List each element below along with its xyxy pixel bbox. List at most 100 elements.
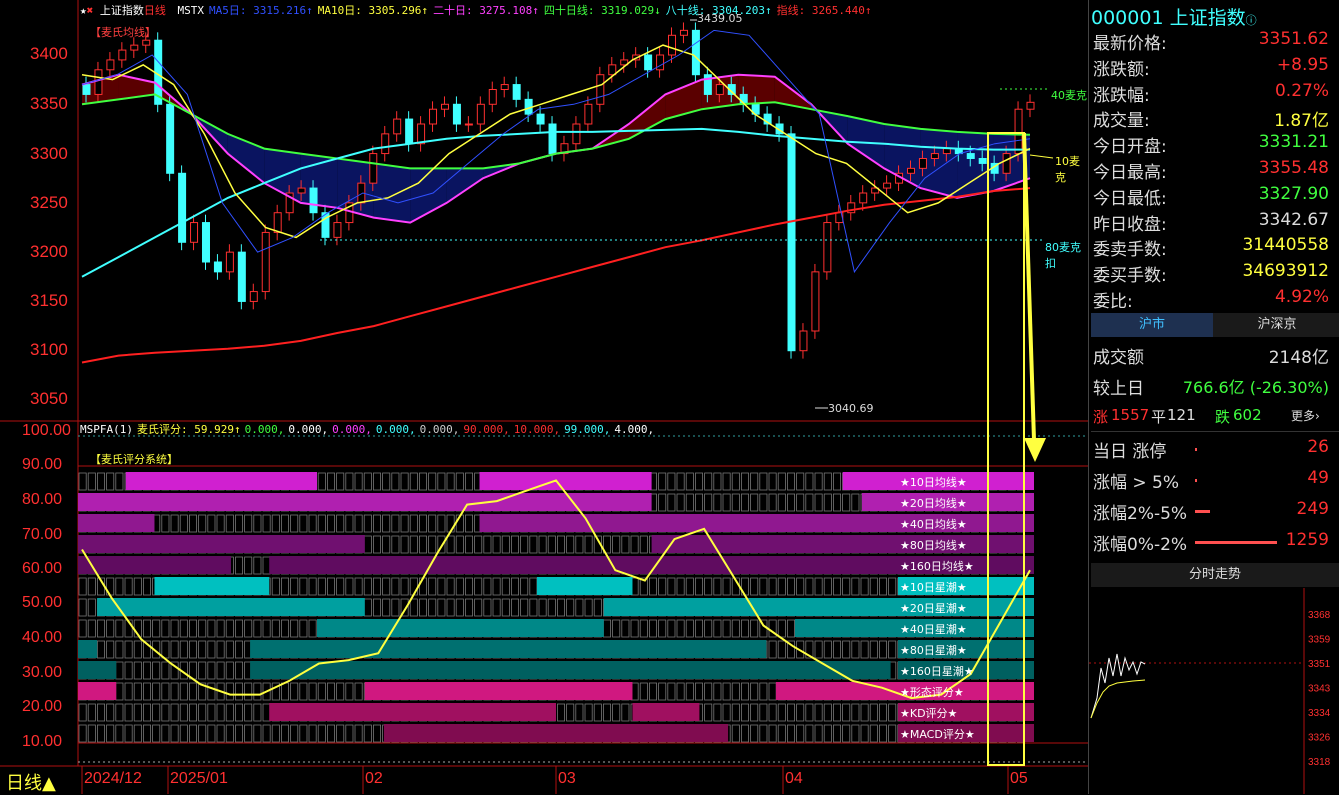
score-cell <box>888 577 897 596</box>
period-selector[interactable]: 日线▲ <box>6 769 56 795</box>
score-cell <box>124 577 133 596</box>
score-cell <box>455 472 464 491</box>
score-cell <box>363 724 372 743</box>
score-cell <box>161 640 170 659</box>
score-cell <box>704 577 713 596</box>
close-icon[interactable]: ✖ <box>87 4 94 17</box>
score-segment <box>364 682 633 700</box>
intraday-chart[interactable]: 3368 3359 3351 3343 3334 3326 3318 <box>1089 588 1339 794</box>
score-cell <box>796 724 805 743</box>
intraday-tick: 3334 <box>1308 708 1331 719</box>
score-cell <box>612 703 621 722</box>
score-cell <box>658 577 667 596</box>
score-system-tag: 【麦氏评分系统】 <box>90 453 178 466</box>
score-cell <box>308 682 317 701</box>
candle-body <box>476 103 485 125</box>
turnover-row: 成交额 2148亿 <box>1091 341 1339 368</box>
score-segment <box>154 577 270 595</box>
score-cell <box>639 619 648 638</box>
score-cell <box>879 577 888 596</box>
score-cell <box>372 724 381 743</box>
more-link[interactable]: 更多› <box>1291 407 1320 424</box>
score-cell <box>695 619 704 638</box>
quote-value: +8.95 <box>1276 54 1329 75</box>
score-cell <box>455 535 464 554</box>
intraday-title[interactable]: 分时走势 <box>1091 563 1339 587</box>
score-cell <box>713 472 722 491</box>
score-cell <box>731 682 740 701</box>
y-tick-sub: 100.00 <box>22 422 71 439</box>
arrow-head <box>1024 438 1046 462</box>
candle-body <box>656 54 665 71</box>
tab-sh-market[interactable]: 沪市 <box>1091 313 1213 337</box>
tab-hsj-market[interactable]: 沪深京 <box>1215 313 1339 337</box>
score-cell <box>842 493 851 512</box>
stat-bar <box>1195 479 1197 482</box>
score-cell <box>253 556 262 575</box>
quote-value: 1.87亿 <box>1274 111 1329 132</box>
score-cell <box>290 514 299 533</box>
turnover-label: 成交额 <box>1093 348 1144 368</box>
score-cell <box>796 577 805 596</box>
score-cell <box>676 577 685 596</box>
score-cell <box>501 598 510 617</box>
score-cell <box>483 535 492 554</box>
score-cell <box>612 619 621 638</box>
score-cell <box>557 703 566 722</box>
score-cell <box>455 577 464 596</box>
score-cell <box>851 577 860 596</box>
candle-body <box>405 118 414 145</box>
score-cell <box>446 472 455 491</box>
ma-system-tag: 【麦氏均线】 <box>90 26 156 39</box>
score-cell <box>308 619 317 638</box>
score-cell <box>621 535 630 554</box>
score-cell <box>161 703 170 722</box>
score-cell <box>787 703 796 722</box>
score-cell <box>124 661 133 680</box>
ma40-right-label: 40麦克 <box>1051 89 1087 102</box>
score-cell <box>787 493 796 512</box>
info-icon[interactable]: ⓘ <box>1246 14 1257 27</box>
quote-row: 最新价格: 3351.62 <box>1091 27 1339 54</box>
score-cell <box>198 640 207 659</box>
score-cell <box>759 703 768 722</box>
score-cell <box>372 535 381 554</box>
stat-label: 涨幅 > 5% <box>1093 473 1180 493</box>
turnover-value: 2148亿 <box>1268 348 1329 368</box>
candle-body <box>536 113 545 125</box>
candle-body <box>190 222 199 243</box>
score-cell <box>612 535 621 554</box>
up-label: 涨 <box>1093 408 1109 426</box>
score-cell <box>280 682 289 701</box>
score-cell <box>492 535 501 554</box>
candle-body <box>142 39 151 46</box>
score-row-label: ★80日均线★ <box>900 539 967 552</box>
score-cell <box>115 640 124 659</box>
score-cell <box>639 682 648 701</box>
score-cell <box>621 619 630 638</box>
score-cell <box>170 619 179 638</box>
chart-area[interactable]: ★✖ 上证指数日线 MSTX MA5日: 3315.216↑ MA10日: 3305… <box>0 0 1088 794</box>
score-cell <box>253 703 262 722</box>
score-cell <box>695 682 704 701</box>
score-cell <box>244 556 253 575</box>
candle-body <box>679 29 688 36</box>
score-cell <box>188 619 197 638</box>
score-cell <box>179 682 188 701</box>
quote-value: 31440558 <box>1242 235 1329 256</box>
score-cell <box>777 619 786 638</box>
score-cell <box>382 472 391 491</box>
score-cell <box>685 577 694 596</box>
score-cell <box>124 724 133 743</box>
score-cell <box>741 724 750 743</box>
star-icon[interactable]: ★ <box>80 4 87 17</box>
compare-row: 较上日 766.6亿 (-26.30%) <box>1091 372 1339 399</box>
candle-body <box>273 212 282 233</box>
score-cell <box>851 724 860 743</box>
score-cell <box>428 472 437 491</box>
score-cell <box>97 703 106 722</box>
flat-label: 平 <box>1151 408 1167 426</box>
candle-body <box>942 148 951 155</box>
score-cell <box>87 619 96 638</box>
score-cell <box>326 472 335 491</box>
